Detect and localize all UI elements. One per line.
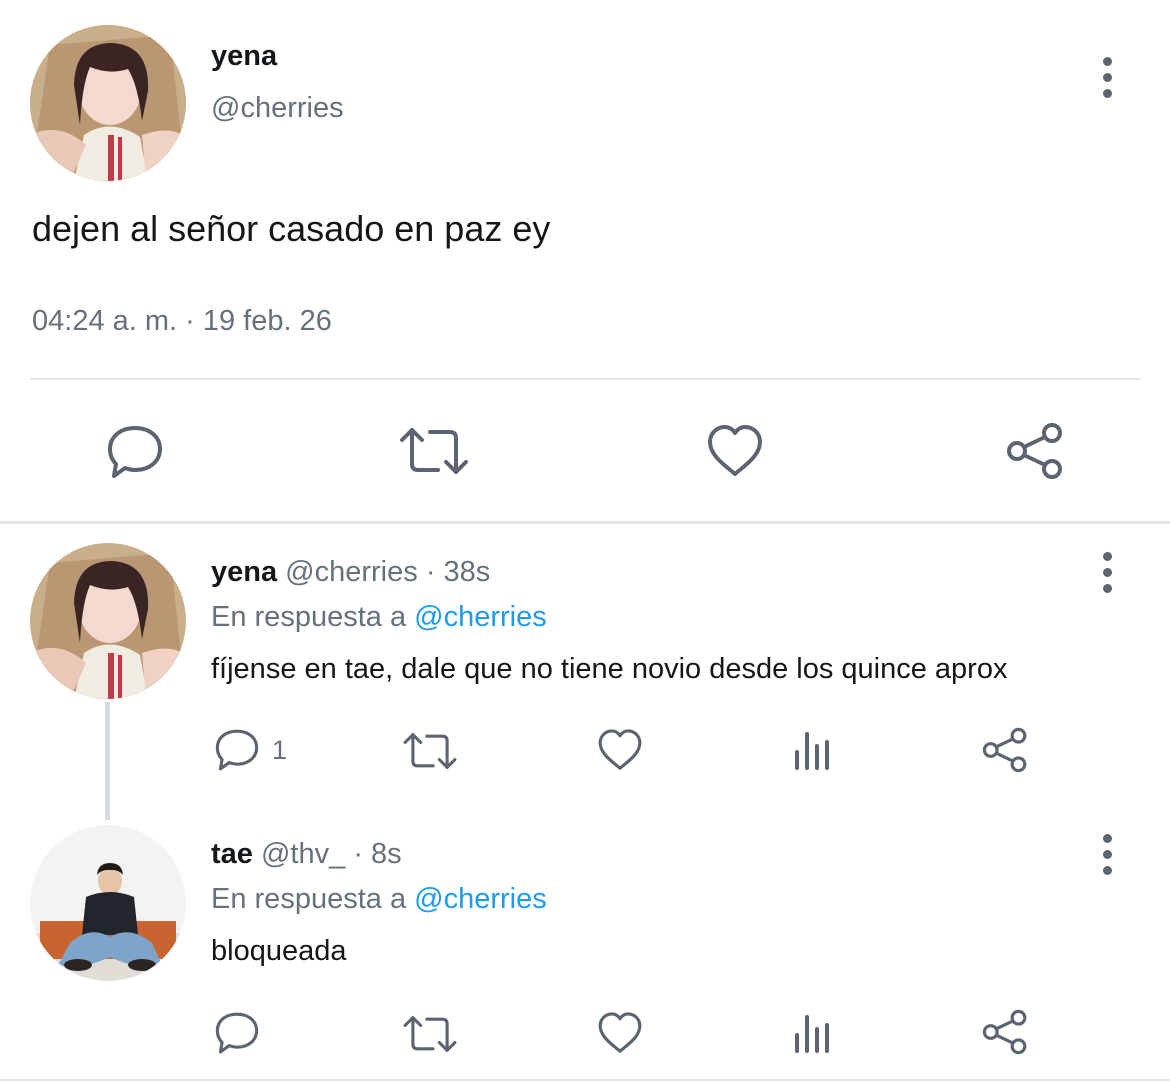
share-button[interactable] <box>982 1009 1028 1055</box>
reply-prefix: En respuesta a <box>211 601 407 633</box>
retweet-button[interactable] <box>398 424 470 478</box>
like-icon <box>708 425 762 476</box>
share-button[interactable] <box>982 727 1028 773</box>
reply-header: tae @thv_ · 8s <box>211 838 402 871</box>
retweet-button[interactable] <box>402 1013 458 1055</box>
thread-line <box>105 702 110 820</box>
more-options-icon[interactable] <box>1097 57 1117 98</box>
section-divider <box>0 521 1170 524</box>
reply-prefix: En respuesta a <box>211 883 407 915</box>
reply-icon <box>215 729 259 771</box>
views-button[interactable] <box>793 1013 833 1053</box>
reply-context: En respuesta a @cherries <box>211 883 547 916</box>
bottom-divider <box>0 1079 1170 1081</box>
share-icon <box>982 727 1027 773</box>
views-button[interactable] <box>793 730 833 770</box>
avatar[interactable] <box>30 25 186 181</box>
handle[interactable]: @cherries <box>285 556 418 588</box>
like-button[interactable] <box>597 1011 643 1055</box>
like-icon <box>598 729 642 770</box>
retweet-icon <box>400 428 468 474</box>
avatar-photo <box>30 825 186 981</box>
share-icon <box>1007 423 1062 479</box>
avatar[interactable] <box>30 543 186 699</box>
avatar[interactable] <box>30 825 186 981</box>
reply-time: · 38s <box>425 556 491 588</box>
like-button[interactable] <box>597 728 643 772</box>
avatar-photo <box>30 543 186 699</box>
share-button[interactable] <box>1006 422 1064 480</box>
reply-button[interactable] <box>214 1011 260 1055</box>
reply-time: · 8s <box>353 838 402 870</box>
display-name[interactable]: yena <box>211 556 277 588</box>
retweet-icon <box>403 733 457 769</box>
more-options-icon[interactable] <box>1097 552 1117 593</box>
like-icon <box>598 1012 642 1053</box>
retweet-button[interactable] <box>402 730 458 772</box>
avatar-photo <box>30 25 186 181</box>
more-options-icon[interactable] <box>1097 834 1117 875</box>
handle[interactable]: @cherries <box>211 92 344 125</box>
divider <box>30 378 1140 380</box>
retweet-icon <box>403 1016 457 1052</box>
reply-icon <box>108 426 162 478</box>
reply-icon <box>215 1012 259 1054</box>
reply-text: fíjense en tae, dale que no tiene novio … <box>211 653 1008 685</box>
share-icon <box>982 1009 1027 1055</box>
reply-header: yena @cherries · 38s <box>211 556 490 589</box>
tweet-timestamp: 04:24 a. m. · 19 feb. 26 <box>32 305 332 337</box>
reply-context: En respuesta a @cherries <box>211 601 547 634</box>
tweet-text: dejen al señor casado en paz ey <box>32 208 551 249</box>
reply-button[interactable]: 1 <box>214 728 287 772</box>
reply-count: 1 <box>272 734 288 765</box>
display-name[interactable]: yena <box>211 40 277 73</box>
views-icon <box>795 732 829 770</box>
handle[interactable]: @thv_ <box>261 838 345 870</box>
views-icon <box>795 1015 829 1053</box>
like-button[interactable] <box>706 424 764 478</box>
reply-to-link[interactable]: @cherries <box>414 601 547 633</box>
reply-to-link[interactable]: @cherries <box>414 883 547 915</box>
display-name[interactable]: tae <box>211 838 253 870</box>
reply-button[interactable] <box>106 424 164 480</box>
reply-text: bloqueada <box>211 935 347 967</box>
